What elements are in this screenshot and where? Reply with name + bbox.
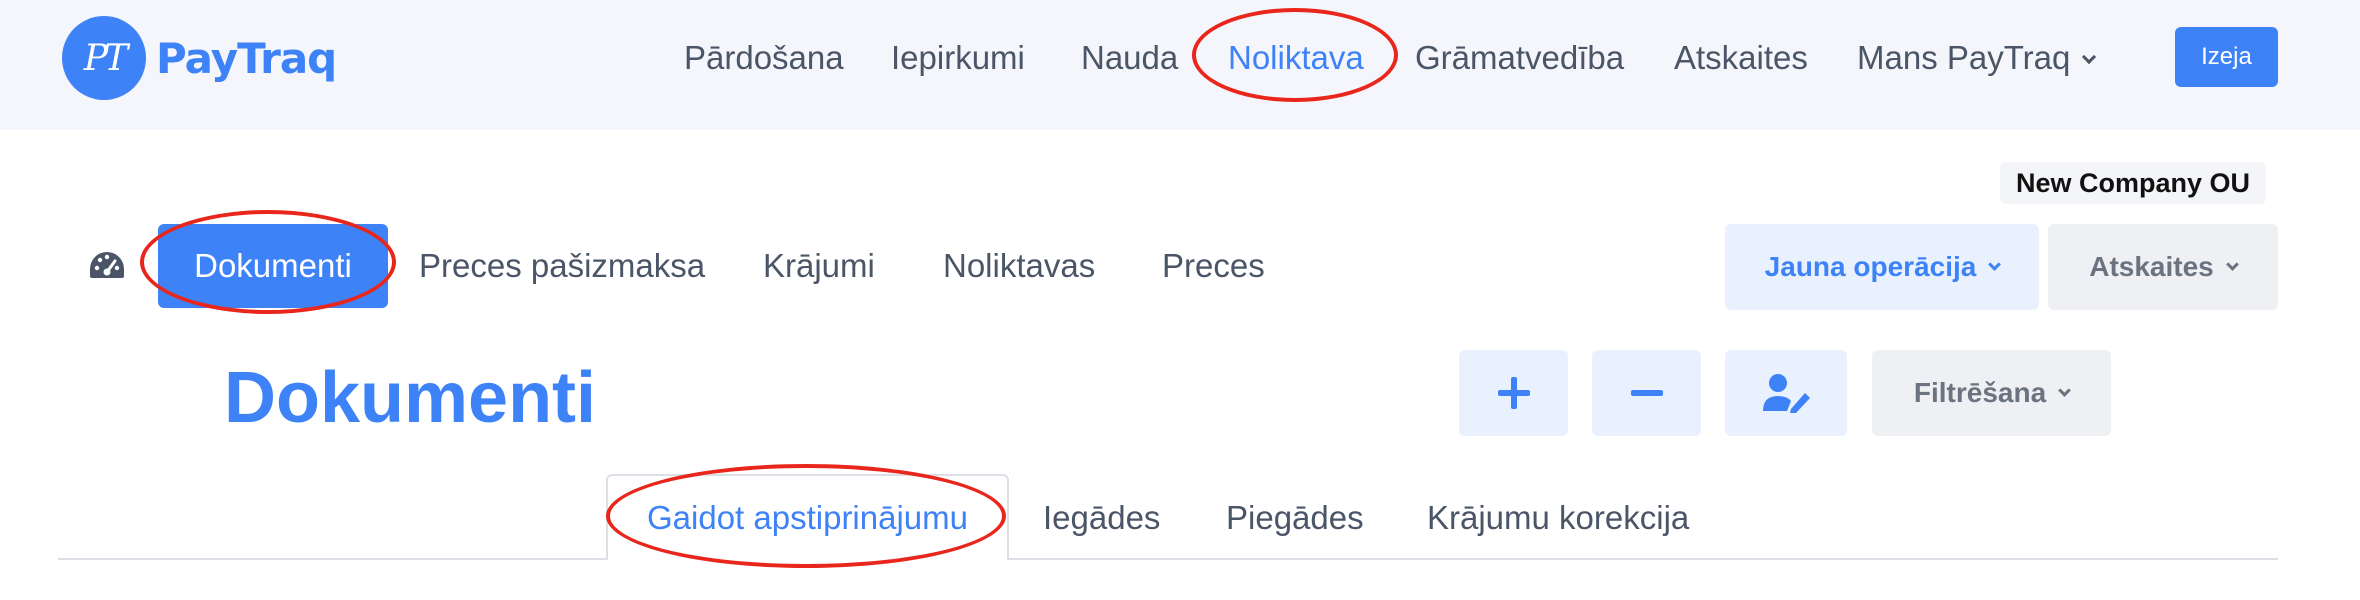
filter-label: Filtrēšana bbox=[1913, 377, 2047, 408]
plus-icon bbox=[1497, 377, 1530, 409]
tab-piegades[interactable]: Piegādes bbox=[1226, 498, 1364, 538]
logo-mark: PT bbox=[62, 16, 146, 100]
nav-item-atskaites[interactable]: Atskaites bbox=[1674, 38, 1808, 78]
minus-icon bbox=[1630, 390, 1663, 396]
reports-label: Atskaites bbox=[2089, 251, 2214, 282]
tab-krajumu-korekcija[interactable]: Krājumu korekcija bbox=[1427, 498, 1689, 538]
nav-item-noliktava[interactable]: Noliktava bbox=[1228, 38, 1364, 78]
top-navbar: PT PayTraq Pārdošana Iepirkumi Nauda Nol… bbox=[0, 0, 2360, 130]
tab-iegades[interactable]: Iegādes bbox=[1043, 498, 1160, 538]
subnav-item-dokumenti[interactable]: Dokumenti bbox=[158, 224, 388, 308]
subnav-item-noliktavas[interactable]: Noliktavas bbox=[943, 246, 1095, 286]
nav-item-nauda[interactable]: Nauda bbox=[1081, 38, 1178, 78]
nav-item-mans-paytraq[interactable]: Mans PayTraq bbox=[1857, 38, 2070, 78]
assign-user-button[interactable] bbox=[1725, 350, 1847, 436]
page-title: Dokumenti bbox=[224, 358, 597, 438]
subnav-item-preces-pasizmaksa[interactable]: Preces pašizmaksa bbox=[419, 246, 705, 286]
company-badge: New Company OU bbox=[2000, 162, 2267, 204]
logo-wordmark: PayTraq bbox=[156, 33, 337, 83]
nav-item-gramatvediba[interactable]: Grāmatvedība bbox=[1415, 38, 1624, 78]
logo-letters: PT bbox=[83, 37, 128, 79]
subnav-item-krajumi[interactable]: Krājumi bbox=[763, 246, 875, 286]
chevron-down-icon bbox=[1988, 258, 2002, 271]
chevron-down-icon bbox=[2225, 258, 2239, 271]
user-edit-icon bbox=[1763, 374, 1810, 413]
tab-gaidot-apstiprinajumu[interactable]: Gaidot apstiprinājumu bbox=[606, 474, 1009, 560]
add-button[interactable] bbox=[1459, 350, 1568, 436]
chevron-down-icon[interactable] bbox=[2081, 49, 2097, 65]
exit-button[interactable]: Izeja bbox=[2175, 27, 2278, 87]
reports-dropdown-button[interactable]: Atskaites bbox=[2048, 224, 2278, 310]
tabs-divider bbox=[58, 558, 2278, 560]
new-operation-button[interactable]: Jauna operācija bbox=[1725, 224, 2039, 310]
nav-item-pardosana[interactable]: Pārdošana bbox=[684, 38, 844, 78]
paytraq-logo[interactable]: PT PayTraq bbox=[62, 16, 337, 100]
nav-item-iepirkumi[interactable]: Iepirkumi bbox=[891, 38, 1025, 78]
remove-button[interactable] bbox=[1592, 350, 1701, 436]
chevron-down-icon bbox=[2058, 384, 2072, 397]
filter-dropdown-button[interactable]: Filtrēšana bbox=[1872, 350, 2111, 436]
speedometer-icon[interactable] bbox=[88, 250, 126, 280]
new-operation-label: Jauna operācija bbox=[1764, 251, 1977, 282]
subnav-item-preces[interactable]: Preces bbox=[1162, 246, 1265, 286]
